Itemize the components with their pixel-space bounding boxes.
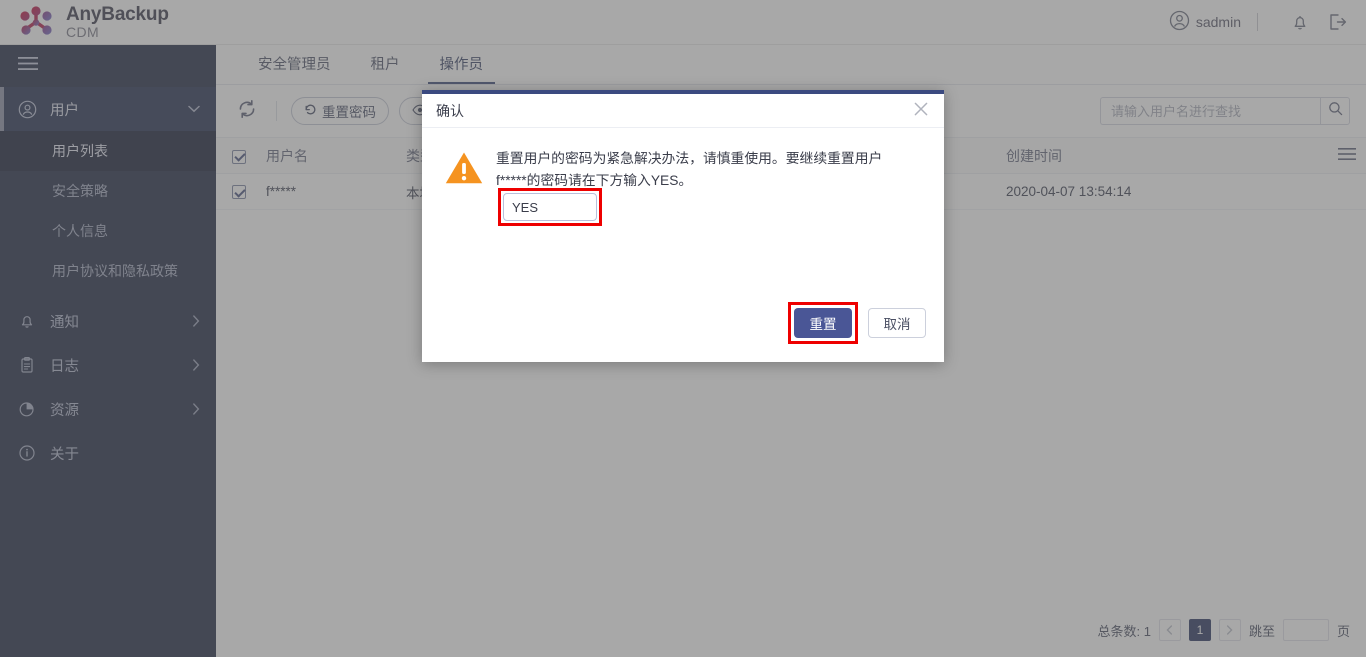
dialog-message: 重置用户的密码为紧急解决办法，请慎重使用。要继续重置用户 f*****的密码请在…	[496, 151, 883, 189]
confirm-yes-input[interactable]	[503, 193, 597, 221]
dialog-cancel-button[interactable]: 取消	[868, 308, 926, 338]
reset-button-highlight: 重置	[788, 302, 858, 344]
application-root: AnyBackup CDM sadmin	[0, 0, 1366, 657]
dialog-body: 重置用户的密码为紧急解决办法，请慎重使用。要继续重置用户 f*****的密码请在…	[422, 128, 944, 192]
dialog-footer: 重置 取消	[788, 302, 926, 344]
confirm-dialog: 确认 重置用户的密码为紧急解决办法，请慎重使用。要继续重置用户 f*****的密…	[422, 90, 944, 362]
confirm-input-highlight	[498, 188, 602, 226]
close-icon[interactable]	[912, 100, 930, 122]
dialog-header: 确认	[422, 94, 944, 128]
dialog-reset-button[interactable]: 重置	[794, 308, 852, 338]
warning-triangle-icon	[444, 148, 490, 192]
dialog-title: 确认	[436, 102, 464, 119]
